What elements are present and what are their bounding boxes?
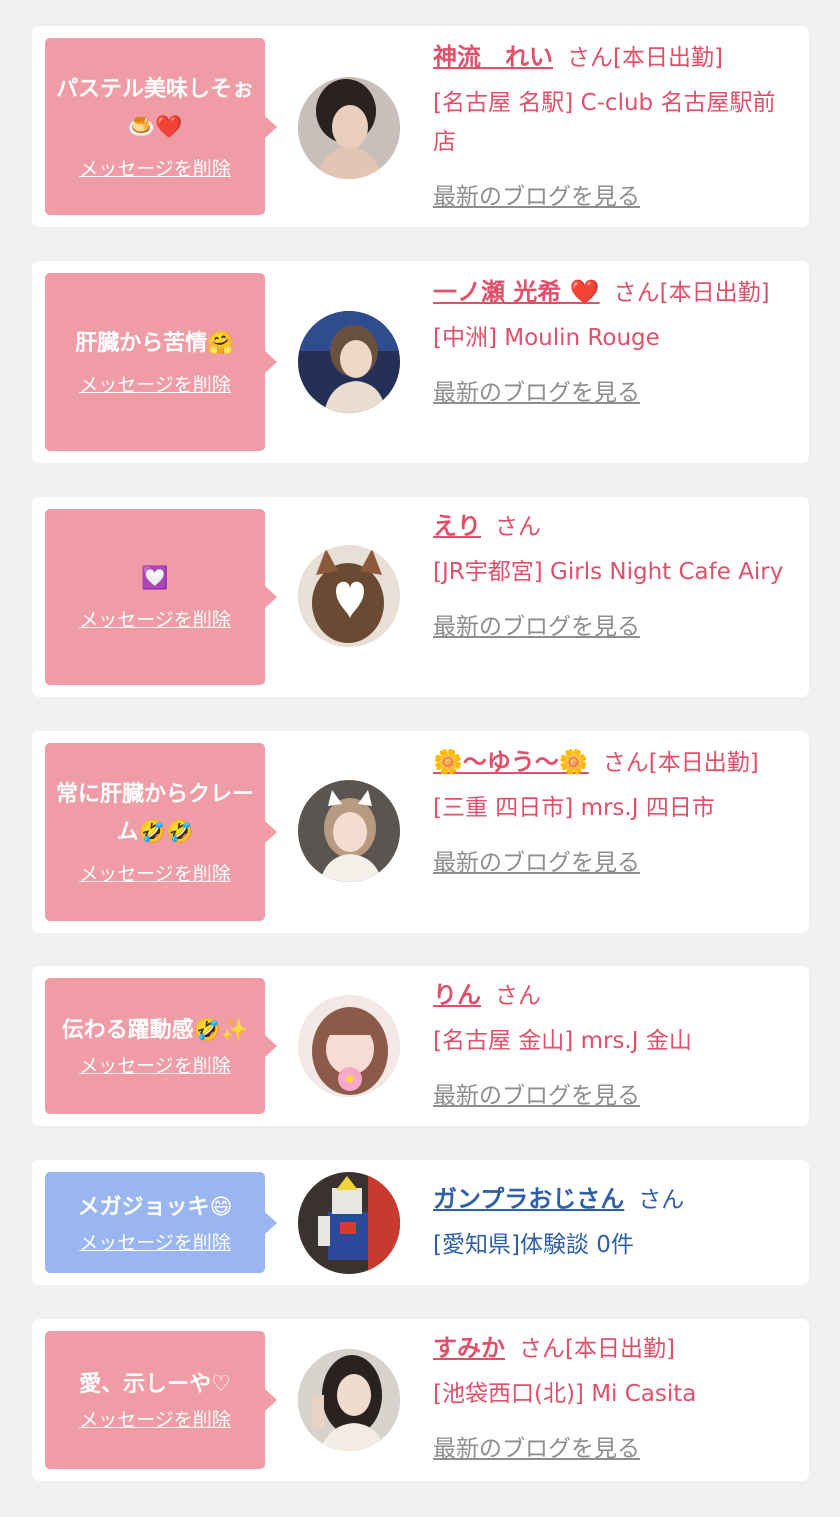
message-bubble: パステル美味しそぉ🍮❤️ メッセージを削除 — [45, 38, 277, 215]
profile-suffix: さん[本日出勤] — [613, 280, 770, 306]
latest-blog-link[interactable]: 最新のブログを見る — [433, 844, 793, 883]
profile-suffix: さん — [638, 1187, 685, 1213]
profile-suffix: さん — [495, 514, 541, 540]
list-item: 愛、示しーや♡ メッセージを削除 すみか さん[本日出勤] [池袋西口(北)] M… — [32, 1319, 809, 1481]
shop-name: [三重 四日市] mrs.J 四日市 — [433, 795, 715, 821]
profile-info: 一ノ瀬 光希 ❤️ さん[本日出勤] [中洲] Moulin Rouge 最新のブ… — [433, 273, 793, 413]
message-text: 常に肝臓からクレーム🤣🤣 — [55, 782, 254, 845]
profile-suffix: さん[本日出勤] — [567, 45, 723, 71]
profile-info: えり さん [JR宇都宮] Girls Night Cafe Airy 最新のブロ… — [433, 507, 793, 647]
profile-name-link[interactable]: 🌼〜ゆう〜🌼 — [433, 748, 589, 776]
message-text: パステル美味しそぉ🍮❤️ — [55, 76, 254, 140]
profile-name-link[interactable]: 一ノ瀬 光希 ❤️ — [433, 278, 600, 306]
profile-info: 神流 れい さん[本日出勤] [名古屋 名駅] C-club 名古屋駅前店 最新の… — [433, 38, 793, 217]
delete-message-link[interactable]: メッセージを削除 — [79, 155, 231, 183]
avatar[interactable] — [298, 780, 400, 882]
message-text: 肝臓から苦情🤗 — [75, 331, 235, 356]
message-bubble: メガジョッキ😄 メッセージを削除 — [45, 1172, 277, 1273]
profile-name-link[interactable]: すみか — [433, 1334, 505, 1362]
latest-blog-link[interactable]: 最新のブログを見る — [433, 374, 793, 413]
profile-name-link[interactable]: えり — [433, 512, 481, 540]
list-item: 伝わる躍動感🤣✨ メッセージを削除 りん さん [名古屋 金山] mrs.J 金山… — [32, 966, 809, 1126]
avatar[interactable] — [298, 311, 400, 413]
list-item: メガジョッキ😄 メッセージを削除 ガンプラおじさん さん [愛知県]体験談 0件 — [32, 1160, 809, 1285]
latest-blog-link[interactable]: 最新のブログを見る — [433, 178, 793, 217]
profile-name-link[interactable]: りん — [433, 981, 481, 1009]
profile-info: ガンプラおじさん さん [愛知県]体験談 0件 — [433, 1180, 793, 1265]
list-item: 肝臓から苦情🤗 メッセージを削除 一ノ瀬 光希 ❤️ さん[本日出勤] [中洲] … — [32, 261, 809, 463]
latest-blog-link[interactable]: 最新のブログを見る — [433, 608, 793, 647]
latest-blog-link[interactable]: 最新のブログを見る — [433, 1077, 793, 1116]
shop-name: [愛知県]体験談 0件 — [433, 1232, 634, 1258]
message-bubble: 愛、示しーや♡ メッセージを削除 — [45, 1331, 277, 1469]
avatar[interactable] — [298, 545, 400, 647]
latest-blog-link[interactable]: 最新のブログを見る — [433, 1430, 793, 1469]
profile-suffix: さん[本日出勤] — [519, 1336, 675, 1362]
shop-name: [中洲] Moulin Rouge — [433, 325, 660, 351]
delete-message-link[interactable]: メッセージを削除 — [79, 371, 231, 399]
list-item: パステル美味しそぉ🍮❤️ メッセージを削除 神流 れい さん[本日出勤] [名古屋… — [32, 26, 809, 227]
delete-message-link[interactable]: メッセージを削除 — [79, 1229, 231, 1257]
list-item: 常に肝臓からクレーム🤣🤣 メッセージを削除 🌼〜ゆう〜🌼 さん[本日出勤] [三重… — [32, 731, 809, 933]
delete-message-link[interactable]: メッセージを削除 — [79, 606, 231, 634]
profile-name-link[interactable]: 神流 れい — [433, 43, 553, 71]
delete-message-link[interactable]: メッセージを削除 — [79, 1406, 231, 1434]
shop-name: [JR宇都宮] Girls Night Cafe Airy — [433, 559, 784, 585]
message-text: 💟 — [141, 566, 169, 591]
delete-message-link[interactable]: メッセージを削除 — [79, 860, 231, 888]
message-text: メガジョッキ😄 — [77, 1194, 233, 1220]
shop-name: [名古屋 金山] mrs.J 金山 — [433, 1028, 692, 1054]
profile-info: すみか さん[本日出勤] [池袋西口(北)] Mi Casita 最新のブログを見… — [433, 1329, 793, 1469]
list-item: 💟 メッセージを削除 えり さん [JR宇都宮] Girls Night Cafe… — [32, 497, 809, 697]
profile-info: 🌼〜ゆう〜🌼 さん[本日出勤] [三重 四日市] mrs.J 四日市 最新のブログ… — [433, 743, 793, 883]
profile-info: りん さん [名古屋 金山] mrs.J 金山 最新のブログを見る — [433, 976, 793, 1116]
profile-suffix: さん — [495, 983, 541, 1009]
message-bubble: 💟 メッセージを削除 — [45, 509, 277, 685]
message-text: 愛、示しーや♡ — [79, 1372, 231, 1397]
avatar[interactable] — [298, 77, 400, 179]
avatar[interactable] — [298, 995, 400, 1097]
message-text: 伝わる躍動感🤣✨ — [61, 1018, 249, 1043]
delete-message-link[interactable]: メッセージを削除 — [79, 1052, 231, 1080]
message-bubble: 伝わる躍動感🤣✨ メッセージを削除 — [45, 978, 277, 1114]
avatar[interactable] — [298, 1349, 400, 1451]
shop-name: [名古屋 名駅] C-club 名古屋駅前店 — [433, 90, 776, 155]
avatar[interactable] — [298, 1172, 400, 1274]
message-bubble: 肝臓から苦情🤗 メッセージを削除 — [45, 273, 277, 451]
profile-name-link[interactable]: ガンプラおじさん — [433, 1185, 624, 1213]
message-bubble: 常に肝臓からクレーム🤣🤣 メッセージを削除 — [45, 743, 277, 921]
shop-name: [池袋西口(北)] Mi Casita — [433, 1381, 697, 1407]
profile-suffix: さん[本日出勤] — [602, 750, 759, 776]
